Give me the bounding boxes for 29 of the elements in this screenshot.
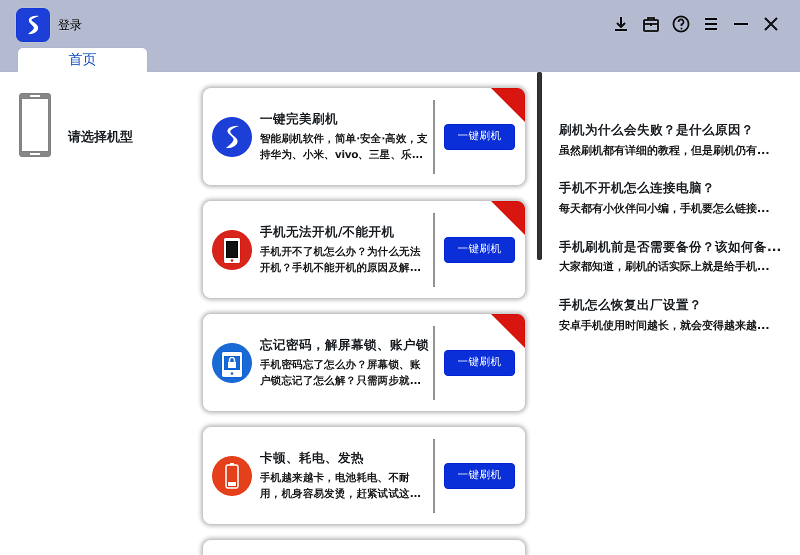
- card-description: 手机密码忘了怎么办？屏幕锁、账户锁忘记了怎么解？只需两步就...: [260, 358, 422, 390]
- article-summary: 每天都有小伙伴问小编，手机要怎么链接...: [559, 201, 771, 217]
- phone-icon: [18, 92, 52, 158]
- logo-icon: [212, 116, 252, 156]
- battery-icon: [212, 456, 252, 496]
- flash-button[interactable]: 一键刷机: [444, 124, 515, 150]
- app-logo-icon: [16, 8, 50, 42]
- card-title: 一键完美刷机: [260, 110, 339, 128]
- article-title[interactable]: 手机怎么恢复出厂设置？: [559, 296, 782, 314]
- card-description: 智能刷机软件，简单·安全·高效，支持华为、小米、vivo、三星、乐...: [260, 132, 429, 164]
- card-description: 手机开不了机怎么办？为什么无法开机？手机不能开机的原因及解...: [260, 245, 422, 276]
- card-title: 手机无法开机/不能开机: [260, 222, 396, 241]
- card-title: 忘记密码，解屏幕锁、账户锁: [260, 336, 430, 354]
- flash-button[interactable]: 一键刷机: [444, 350, 515, 376]
- article-summary: 安卓手机使用时间越长，就会变得越来越...: [559, 318, 771, 334]
- window-title: 登录: [58, 17, 82, 34]
- article-title[interactable]: 手机不开机怎么连接电脑？: [559, 179, 782, 198]
- article-summary: 虽然刷机都有详细的教程，但是刷机仍有...: [559, 142, 771, 159]
- home-tab[interactable]: 首页: [18, 48, 147, 72]
- phone-icon: [212, 230, 252, 270]
- flash-button[interactable]: 一键刷机: [444, 462, 515, 488]
- article-summary: 大家都知道，刷机的话实际上就是给手机...: [559, 259, 771, 276]
- lock-phone-icon: [212, 342, 252, 382]
- flash-button[interactable]: 一键刷机: [444, 236, 515, 262]
- device-label: 请选择机型: [68, 129, 133, 147]
- article-title[interactable]: 手机刷机前是否需要备份？该如何备...: [559, 238, 782, 256]
- card-description: 手机越来越卡，电池耗电、不耐用，机身容易发烫，赶紧试试这...: [260, 471, 422, 502]
- card-title: 卡顿、耗电、发热: [260, 448, 365, 467]
- article-title[interactable]: 刷机为什么会失败？是什么原因？: [559, 121, 782, 140]
